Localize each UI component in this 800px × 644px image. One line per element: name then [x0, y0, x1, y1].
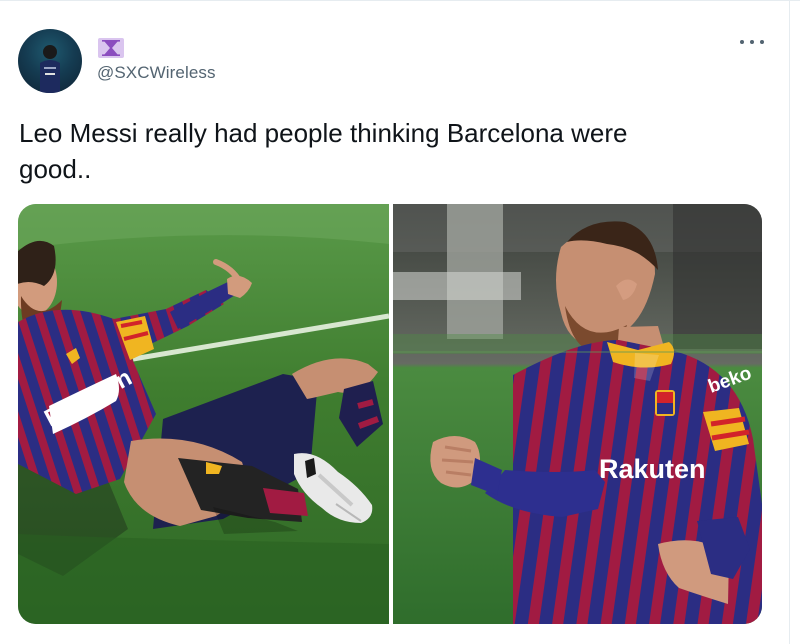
media-grid[interactable]: Rakuten Rakuten beko: [18, 204, 762, 624]
hourglass-emoji-icon: [98, 38, 124, 58]
tweet-right-border: [789, 1, 790, 644]
more-dot: [760, 40, 764, 44]
avatar-image: [40, 45, 60, 93]
messi-fist-pump-celebration-image[interactable]: Rakuten beko: [393, 204, 762, 624]
more-dot: [750, 40, 754, 44]
more-options-icon[interactable]: [740, 34, 764, 50]
more-dot: [740, 40, 744, 44]
tweet-text: Leo Messi really had people thinking Bar…: [19, 118, 628, 184]
jersey-sponsor-text: Rakuten: [599, 454, 706, 484]
messi-sliding-celebration-image[interactable]: Rakuten: [18, 204, 389, 624]
author-handle[interactable]: @SXCWireless: [97, 63, 216, 83]
avatar[interactable]: [18, 29, 82, 93]
tweet-card[interactable]: @SXCWireless Leo Messi really had people…: [0, 0, 800, 644]
